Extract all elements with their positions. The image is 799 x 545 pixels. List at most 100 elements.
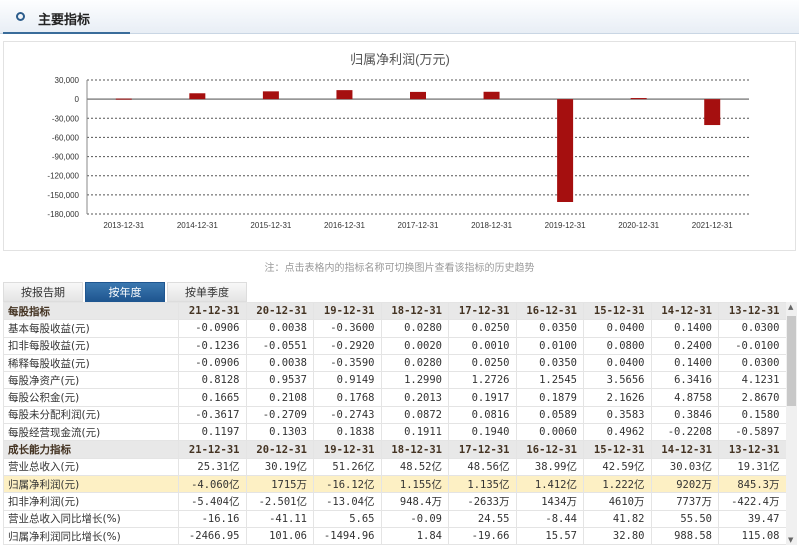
indicator-name-link[interactable]: 归属净利润同比增长(%) (3, 526, 179, 545)
table-cell: 0.1665 (178, 388, 247, 407)
table-cell: 30.19亿 (245, 457, 314, 476)
table-cell: 0.1940 (448, 423, 517, 442)
bar[interactable] (704, 99, 721, 126)
table-cell: 1.84 (380, 526, 449, 545)
table-cell: 0.0010 (448, 336, 517, 355)
table-cell: 19.31亿 (718, 457, 787, 476)
date-header: 16-12-31 (515, 301, 584, 321)
table-cell: 0.1879 (515, 388, 584, 407)
table-cell: -0.09 (380, 509, 449, 528)
table-cell: 0.0280 (380, 353, 449, 373)
table-cell: 0.0400 (583, 319, 652, 338)
header-underline (3, 32, 130, 34)
y-tick-label: -150,000 (47, 191, 79, 200)
indicator-name-link[interactable]: 扣非净利润(元) (3, 492, 179, 511)
table-cell: 38.99亿 (515, 457, 584, 476)
table-cell: 24.55 (448, 509, 517, 528)
bar[interactable] (189, 93, 206, 100)
chart-note: 注：点击表格内的指标名称可切换图片查看该指标的历史趋势 (264, 263, 535, 274)
indicator-name-link[interactable]: 每股公积金(元) (3, 388, 179, 407)
bar[interactable] (115, 98, 132, 100)
table-cell: 0.0300 (718, 319, 787, 338)
bar[interactable] (483, 91, 500, 100)
scrollbar-thumb[interactable] (787, 316, 796, 406)
table-cell: -0.3600 (313, 319, 382, 338)
table-row: 每股净资产(元) 0.8128 0.9537 0.9149 1.2990 1.2726 1.… (3, 371, 787, 390)
date-header: 13-12-31 (718, 301, 787, 321)
table-cell: -0.0551 (245, 336, 314, 355)
bar[interactable] (336, 90, 353, 100)
table-cell: 0.0400 (583, 353, 652, 373)
table-cell: 0.0100 (515, 336, 584, 355)
table-cell: 51.26亿 (313, 457, 382, 476)
date-header: 18-12-31 (380, 301, 449, 321)
table-cell: 845.3万 (718, 474, 787, 494)
section-header-row: 每股指标 21-12-31 20-12-31 19-12-31 18-12-31 17-1… (3, 301, 787, 321)
table-cell: -13.04亿 (313, 492, 382, 511)
date-header: 14-12-31 (650, 440, 719, 459)
indicator-name-link[interactable]: 稀释每股收益(元) (3, 353, 179, 373)
table-cell: 1.135亿 (448, 474, 517, 494)
table-cell: 6.3416 (650, 371, 719, 390)
table-cell: 5.65 (313, 509, 382, 528)
indicator-name-link[interactable]: 归属净利润(元) (3, 474, 179, 494)
table-cell: 0.9149 (313, 371, 382, 390)
table-row: 营业总收入同比增长(%) -16.16 -41.11 5.65 -0.09 24.55 -8… (3, 509, 787, 528)
tab-by-year[interactable]: 按年度 (85, 282, 165, 302)
x-tick-label: 2016-12-31 (324, 221, 365, 230)
table-cell: 0.2108 (245, 388, 314, 407)
table-cell: 0.1838 (313, 423, 382, 442)
indicator-name-link[interactable]: 每股未分配利润(元) (3, 405, 179, 425)
chart-title: 归属净利润(万元) (350, 52, 450, 67)
bar[interactable] (410, 91, 426, 100)
table-cell: 2.1626 (583, 388, 652, 407)
bar[interactable] (630, 98, 647, 100)
table-cell: 32.80 (583, 526, 652, 545)
table-cell: 948.4万 (380, 492, 449, 511)
date-header: 19-12-31 (313, 301, 382, 321)
tab-by-report-period[interactable]: 按报告期 (3, 282, 83, 302)
date-header: 15-12-31 (583, 301, 652, 321)
tab-by-quarter[interactable]: 按单季度 (167, 282, 247, 302)
table-cell: 7737万 (650, 492, 719, 511)
x-tick-label: 2018-12-31 (471, 221, 512, 230)
bar[interactable] (557, 99, 574, 203)
table-cell: -0.2743 (313, 405, 382, 425)
table-cell: 0.1580 (718, 405, 787, 425)
date-header: 17-12-31 (448, 301, 517, 321)
table-cell: -0.2920 (313, 336, 382, 355)
indicator-name-link[interactable]: 每股经营现金流(元) (3, 423, 179, 442)
indicator-name-link[interactable]: 每股净资产(元) (3, 371, 179, 390)
table-cell: 0.9537 (245, 371, 314, 390)
table-cell: 0.2400 (650, 336, 719, 355)
table-cell: -422.4万 (718, 492, 787, 511)
bar[interactable] (262, 91, 279, 100)
date-header: 16-12-31 (515, 440, 584, 459)
indicator-name-link[interactable]: 营业总收入(元) (3, 457, 179, 476)
y-tick-label: -120,000 (47, 172, 79, 181)
table-cell: -0.0906 (178, 319, 247, 338)
table-cell: 9202万 (650, 474, 719, 494)
table-cell: -8.44 (515, 509, 584, 528)
section-header-row: 成长能力指标 21-12-31 20-12-31 19-12-31 18-12-31 17… (3, 440, 787, 459)
table-cell: -0.1236 (178, 336, 247, 355)
net-profit-chart[interactable]: 归属净利润(万元) 30,000 0 -30,000 -60,000 -90,000 -12… (4, 42, 797, 252)
scroll-up-icon[interactable]: ▲ (788, 303, 793, 311)
indicator-table: 每股指标 21-12-31 20-12-31 19-12-31 18-12-31 17-1… (3, 301, 787, 545)
table-cell: 0.1768 (313, 388, 382, 407)
table-cell: 1.222亿 (583, 474, 652, 494)
indicator-name-link[interactable]: 营业总收入同比增长(%) (3, 509, 179, 528)
table-cell: -16.16 (178, 509, 247, 528)
x-tick-label: 2021-12-31 (692, 221, 733, 230)
indicator-name-link[interactable]: 基本每股收益(元) (3, 319, 179, 338)
scroll-down-icon[interactable]: ▼ (788, 536, 793, 544)
table-cell: -2633万 (448, 492, 517, 511)
table-cell: -4.060亿 (178, 474, 247, 494)
y-tick-label: 30,000 (55, 76, 80, 85)
table-row: 基本每股收益(元) -0.0906 0.0038 -0.3600 0.0280 0.025… (3, 319, 787, 338)
table-scrollbar[interactable]: ▲ ▼ (786, 302, 797, 545)
table-row: 稀释每股收益(元) -0.0906 0.0038 -0.3590 0.0280 0.025… (3, 353, 787, 373)
x-tick-label: 2019-12-31 (545, 221, 586, 230)
table-cell: 0.1197 (178, 423, 247, 442)
indicator-name-link[interactable]: 扣非每股收益(元) (3, 336, 179, 355)
